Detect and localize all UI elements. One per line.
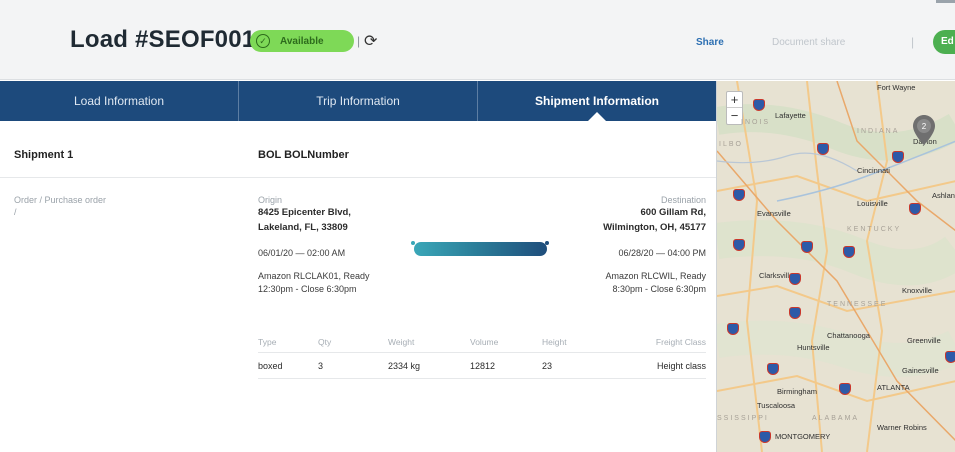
origin-note-line2: 12:30pm - Close 6:30pm (258, 284, 357, 294)
origin-note-line1: Amazon RLCLAK01, Ready (258, 271, 370, 281)
cell-freight-class: Height class (656, 360, 706, 371)
map-label-mississippi: SSISSIPPI (717, 415, 769, 422)
cell-weight: 2334 kg (388, 360, 421, 371)
zoom-out-button[interactable]: − (727, 108, 742, 124)
map-label-ilbo: ILBO (719, 141, 743, 148)
interstate-shield-icon (753, 99, 765, 111)
map-label-lafayette: Lafayette (775, 111, 806, 120)
tab-trip-information[interactable]: Trip Information (239, 81, 478, 121)
origin-address-line2: Lakeland, FL, 33809 (258, 222, 348, 233)
separator: | (357, 34, 361, 48)
column-header-freight-class: Freight Class (655, 336, 706, 347)
cell-height: 23 (542, 360, 553, 371)
share-link[interactable]: Share (696, 37, 724, 48)
interstate-shield-icon (759, 431, 771, 443)
origin-label: Origin (258, 195, 283, 205)
interstate-shield-icon (767, 363, 779, 375)
cell-type: boxed (258, 360, 283, 371)
interstate-shield-icon (727, 323, 739, 335)
map-label-ashland: Ashland (932, 191, 955, 200)
destination-address-line1: 600 Gillam Rd, (640, 207, 706, 218)
column-header-qty: Qty (318, 336, 332, 347)
divider (0, 177, 716, 178)
interstate-shield-icon (892, 151, 904, 163)
map-label-kentucky: KENTUCKY (847, 226, 902, 233)
map-label-alabama: ALABAMA (812, 415, 860, 422)
column-header-type: Type (258, 336, 277, 347)
tab-shipment-information[interactable]: Shipment Information (478, 81, 716, 121)
column-header-volume: Volume (470, 336, 499, 347)
map-label-cincinnati: Cincinnati (857, 166, 890, 175)
destination-datetime: 06/28/20 — 04:00 PM (618, 248, 706, 258)
interstate-shield-icon (945, 351, 955, 363)
corner-mark (936, 0, 955, 3)
destination-address-line2: Wilmington, OH, 45177 (603, 222, 706, 233)
map-label-illinois: INOIS (741, 119, 771, 126)
map-label-warner-robins: Warner Robins (877, 423, 927, 432)
map-label-louisville: Louisville (857, 199, 888, 208)
tab-bar: Load Information Trip Information Shipme… (0, 81, 716, 121)
route-map[interactable]: + − Fort Wayne Lafayette INDIANA INOIS I… (716, 81, 955, 452)
map-label-birmingham: Birmingham (777, 387, 818, 396)
document-share-link[interactable]: Document share (772, 37, 845, 48)
interstate-shield-icon (733, 189, 745, 201)
interstate-shield-icon (801, 241, 813, 253)
status-label: Available (280, 35, 324, 47)
zoom-in-button[interactable]: + (727, 92, 742, 108)
column-header-weight: Weight (388, 336, 415, 347)
column-header-height: Height (542, 336, 567, 347)
map-pin-count: 2 (922, 122, 927, 131)
order-label: Order / Purchase order (14, 195, 107, 205)
interstate-shield-icon (733, 239, 745, 251)
cell-volume: 12812 (470, 360, 496, 371)
tab-load-information[interactable]: Load Information (0, 81, 239, 121)
interstate-shield-icon (817, 143, 829, 155)
header-separator: | (911, 35, 915, 49)
map-label-huntsville: Huntsville (797, 343, 830, 352)
interstate-shield-icon (789, 273, 801, 285)
interstate-shield-icon (789, 307, 801, 319)
map-label-knoxville: Knoxville (902, 286, 933, 295)
origin-datetime: 06/01/20 — 02:00 AM (258, 248, 346, 258)
refresh-icon[interactable]: ⟳ (364, 31, 377, 51)
edit-button[interactable]: Ed (933, 30, 955, 54)
cell-qty: 3 (318, 360, 324, 371)
interstate-shield-icon (909, 203, 921, 215)
check-circle-icon: ✓ (256, 34, 270, 48)
destination-note-line2: 8:30pm - Close 6:30pm (612, 284, 706, 294)
bol-number: BOL BOLNumber (258, 149, 349, 161)
map-label-evansville: Evansville (757, 209, 791, 218)
freight-table: Type Qty Weight Volume Height Freight Cl… (258, 331, 706, 379)
destination-label: Destination (660, 195, 706, 205)
map-label-montgomery: MONTGOMERY (775, 432, 831, 441)
origin-address-line1: 8425 Epicenter Blvd, (258, 207, 351, 218)
interstate-shield-icon (843, 246, 855, 258)
map-label-fort-wayne: Fort Wayne (877, 83, 916, 92)
shipment-title: Shipment 1 (14, 149, 74, 161)
map-label-atlanta: ATLANTA (877, 383, 910, 392)
table-header-row: Type Qty Weight Volume Height Freight Cl… (258, 331, 706, 353)
interstate-shield-icon (839, 383, 851, 395)
page-header: Load #SEOF0011 ✓ Available | ⟳ Share Doc… (0, 0, 955, 80)
route-end-dot (545, 241, 549, 245)
status-badge[interactable]: ✓ Available (250, 30, 354, 52)
map-label-tennessee: TENNESSEE (827, 301, 888, 308)
map-label-greenville: Greenville (907, 336, 941, 345)
route-progress-bar (414, 242, 547, 256)
map-label-gainesville: Gainesville (902, 366, 939, 375)
table-row: boxed 3 2334 kg 12812 23 Height class (258, 353, 706, 379)
destination-note-line1: Amazon RLCWIL, Ready (605, 271, 706, 281)
map-label-tuscaloosa: Tuscaloosa (757, 401, 796, 410)
order-value: / (14, 207, 17, 217)
map-label-indiana: INDIANA (857, 128, 900, 135)
shipment-panel: Shipment 1 BOL BOLNumber Order / Purchas… (0, 121, 716, 452)
map-label-chattanooga: Chattanooga (827, 331, 870, 340)
map-pin-icon[interactable]: 2 (913, 115, 935, 145)
page-title: Load #SEOF0011 (70, 26, 268, 53)
